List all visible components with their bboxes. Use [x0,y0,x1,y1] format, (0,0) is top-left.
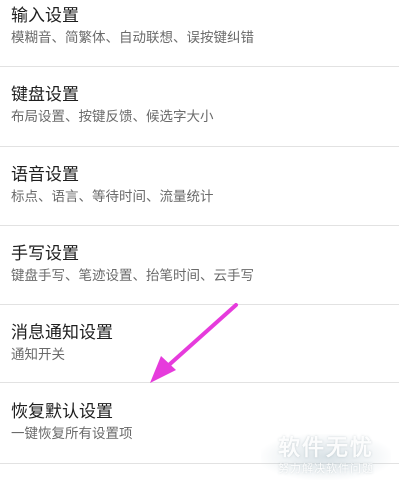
settings-list: 输入设置 模糊音、简繁体、自动联想、误按键纠错 键盘设置 布局设置、按键反馈、候… [0,0,399,488]
item-title: 恢复默认设置 [11,402,113,422]
item-title: 输入设置 [11,6,79,26]
item-desc: 一键恢复所有设置项 [11,426,133,442]
item-title: 手写设置 [11,244,79,264]
settings-item-notification[interactable]: 消息通知设置 通知开关 [0,305,399,382]
settings-item-input[interactable]: 输入设置 模糊音、简繁体、自动联想、误按键纠错 [0,0,399,66]
item-title: 键盘设置 [11,85,79,105]
item-title: 消息通知设置 [11,323,113,343]
item-desc: 模糊音、简繁体、自动联想、误按键纠错 [11,30,254,46]
settings-item-keyboard[interactable]: 键盘设置 布局设置、按键反馈、候选字大小 [0,67,399,146]
item-desc: 键盘手写、笔迹设置、抬笔时间、云手写 [11,268,254,284]
item-desc: 布局设置、按键反馈、候选字大小 [11,109,214,125]
settings-item-voice[interactable]: 语音设置 标点、语言、等待时间、流量统计 [0,147,399,225]
item-desc: 标点、语言、等待时间、流量统计 [11,189,214,205]
item-title: 语音设置 [11,165,79,185]
settings-item-handwriting[interactable]: 手写设置 键盘手写、笔迹设置、抬笔时间、云手写 [0,226,399,304]
settings-item-restore-defaults[interactable]: 恢复默认设置 一键恢复所有设置项 [0,383,399,463]
divider [0,463,399,464]
item-desc: 通知开关 [11,347,65,363]
